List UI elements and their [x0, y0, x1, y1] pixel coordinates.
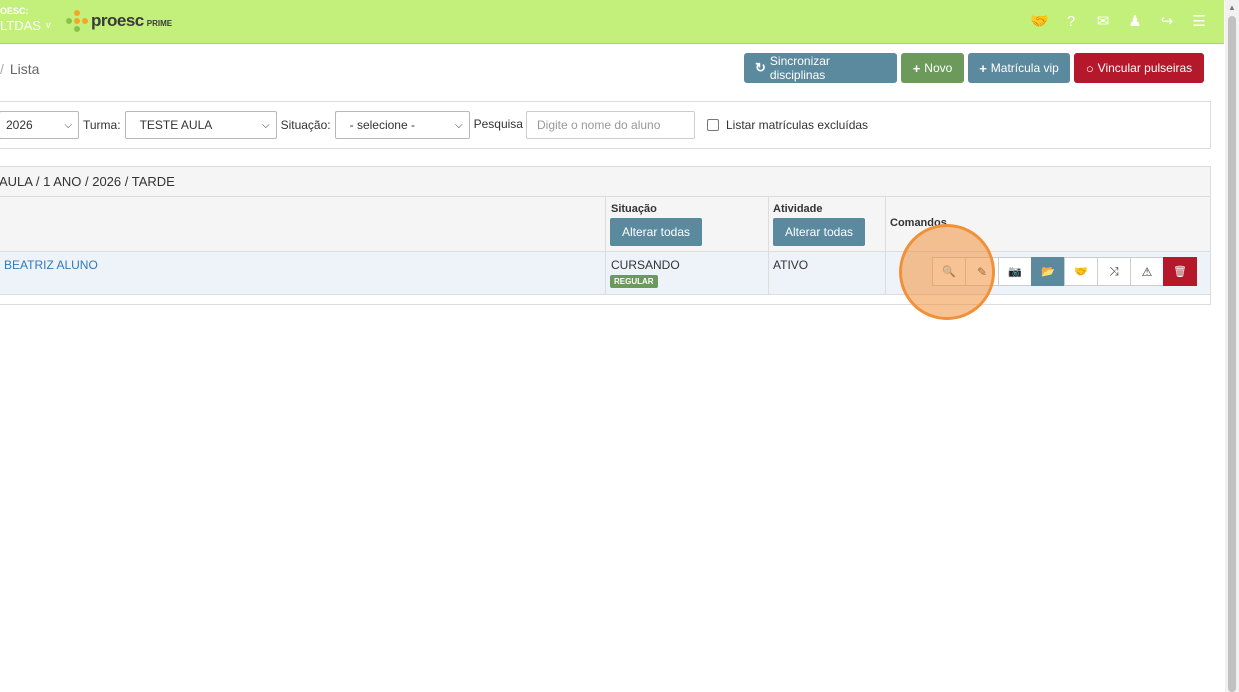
- handshake-icon[interactable]: 🤝: [1030, 12, 1049, 32]
- chevron-down-icon: ⌵: [455, 119, 463, 131]
- row-atividade: ATIVO: [773, 258, 809, 272]
- scroll-up-icon[interactable]: ▲: [1228, 3, 1236, 12]
- vip-enrollment-button[interactable]: + Matrícula vip: [968, 53, 1070, 83]
- trash-icon: 🗑: [1173, 266, 1187, 278]
- edit-button[interactable]: ✎: [965, 257, 999, 286]
- brand-name: proesc: [91, 11, 144, 30]
- brand-logo[interactable]: proesc PRIME: [66, 10, 172, 32]
- row-commands: 🔍 ✎ 📷 📂 🤝 ⤨ ⚠ 🗑: [932, 257, 1197, 286]
- school-label: OESC:: [0, 6, 29, 16]
- delete-button[interactable]: 🗑: [1163, 257, 1197, 286]
- column-situacao: Situação: [611, 203, 657, 215]
- school-selector[interactable]: LTDAS ∨: [0, 18, 52, 33]
- student-name-link[interactable]: BEATRIZ ALUNO: [4, 258, 98, 272]
- scroll-thumb[interactable]: [1228, 16, 1236, 692]
- status-badge: REGULAR: [610, 275, 658, 288]
- breadcrumb: / Lista: [0, 61, 39, 77]
- turma-value: TESTE AULA: [139, 118, 213, 132]
- chevron-down-icon: ∨: [44, 20, 52, 30]
- pesquisa-label: Pesquisa: [473, 117, 523, 131]
- turma-label: Turma:: [83, 118, 121, 132]
- sync-disciplines-button[interactable]: ↻ Sincronizar disciplinas: [744, 53, 897, 83]
- vip-enrollment-label: Matrícula vip: [990, 61, 1059, 75]
- brand-sub: PRIME: [146, 19, 173, 28]
- situacao-label: Situação:: [280, 118, 331, 132]
- occurrence-button[interactable]: ⚠: [1130, 257, 1164, 286]
- transfer-button[interactable]: ⤨: [1097, 257, 1131, 286]
- handshake-icon: 🤝: [1074, 266, 1088, 278]
- chevron-down-icon: ⌵: [64, 119, 72, 131]
- column-comandos: Comandos: [890, 217, 947, 229]
- refresh-icon: ↻: [755, 60, 766, 75]
- link-bracelets-label: Vincular pulseiras: [1097, 61, 1193, 75]
- new-button[interactable]: + Novo: [901, 53, 964, 83]
- year-value: 2026: [6, 118, 33, 132]
- help-icon[interactable]: ?: [1062, 12, 1080, 32]
- enrollment-table-panel: AULA / 1 ANO / 2026 / TARDE Situação Alt…: [0, 166, 1211, 305]
- shuffle-icon: ⤨: [1109, 264, 1119, 278]
- breadcrumb-separator: /: [0, 61, 4, 77]
- school-name: LTDAS: [0, 18, 41, 33]
- sync-disciplines-label: Sincronizar disciplinas: [769, 54, 830, 82]
- plus-icon: +: [912, 60, 921, 76]
- search-input[interactable]: Digite o nome do aluno: [525, 111, 695, 139]
- circle-notch-icon: ○: [1085, 60, 1094, 76]
- situacao-value: - selecione -: [349, 118, 415, 132]
- documents-button[interactable]: 📂: [1031, 257, 1065, 286]
- photo-button[interactable]: 📷: [998, 257, 1032, 286]
- turma-select[interactable]: TESTE AULA ⌵: [124, 111, 277, 139]
- folder-open-icon: 📂: [1041, 266, 1055, 278]
- action-toolbar: ↻ Sincronizar disciplinas + Novo + Matrí…: [744, 53, 1204, 83]
- breadcrumb-current: Lista: [9, 61, 40, 77]
- column-atividade: Atividade: [773, 203, 823, 215]
- edit-icon: ✎: [976, 264, 988, 279]
- filter-panel: 2026 ⌵ Turma: TESTE AULA ⌵ Situação: - s…: [0, 101, 1211, 149]
- row-situacao: CURSANDO: [611, 258, 680, 272]
- link-bracelets-button[interactable]: ○ Vincular pulseiras: [1074, 53, 1204, 83]
- year-select[interactable]: 2026 ⌵: [0, 111, 79, 139]
- envelope-icon[interactable]: ✉: [1094, 12, 1112, 32]
- search-icon: 🔍: [942, 266, 956, 278]
- chevron-down-icon: ⌵: [261, 119, 270, 131]
- logout-icon[interactable]: ↪: [1158, 12, 1176, 32]
- logo-mark-icon: [66, 10, 88, 32]
- camera-icon: 📷: [1008, 266, 1022, 278]
- menu-icon[interactable]: ☰: [1190, 12, 1208, 32]
- new-label: Novo: [924, 61, 953, 75]
- top-navbar: OESC: LTDAS ∨ proesc PRIME 🤝 ? ✉ ♟ ↪ ☰: [0, 0, 1224, 44]
- alter-all-situacao-button[interactable]: Alterar todas: [610, 218, 703, 246]
- view-button[interactable]: 🔍: [932, 257, 966, 286]
- top-icons: 🤝 ? ✉ ♟ ↪ ☰: [1030, 12, 1208, 32]
- alter-all-atividade-button[interactable]: Alterar todas: [773, 218, 866, 246]
- warning-icon: ⚠: [1141, 264, 1153, 279]
- plus-icon: +: [979, 60, 987, 76]
- excluded-checkbox[interactable]: [706, 119, 719, 131]
- user-icon[interactable]: ♟: [1126, 12, 1144, 32]
- vertical-scrollbar[interactable]: ▲: [1225, 0, 1239, 692]
- situacao-select[interactable]: - selecione - ⌵: [334, 111, 470, 139]
- excluded-label: Listar matrículas excluídas: [725, 118, 869, 132]
- class-title: AULA / 1 ANO / 2026 / TARDE: [0, 167, 1210, 197]
- agreement-button[interactable]: 🤝: [1064, 257, 1098, 286]
